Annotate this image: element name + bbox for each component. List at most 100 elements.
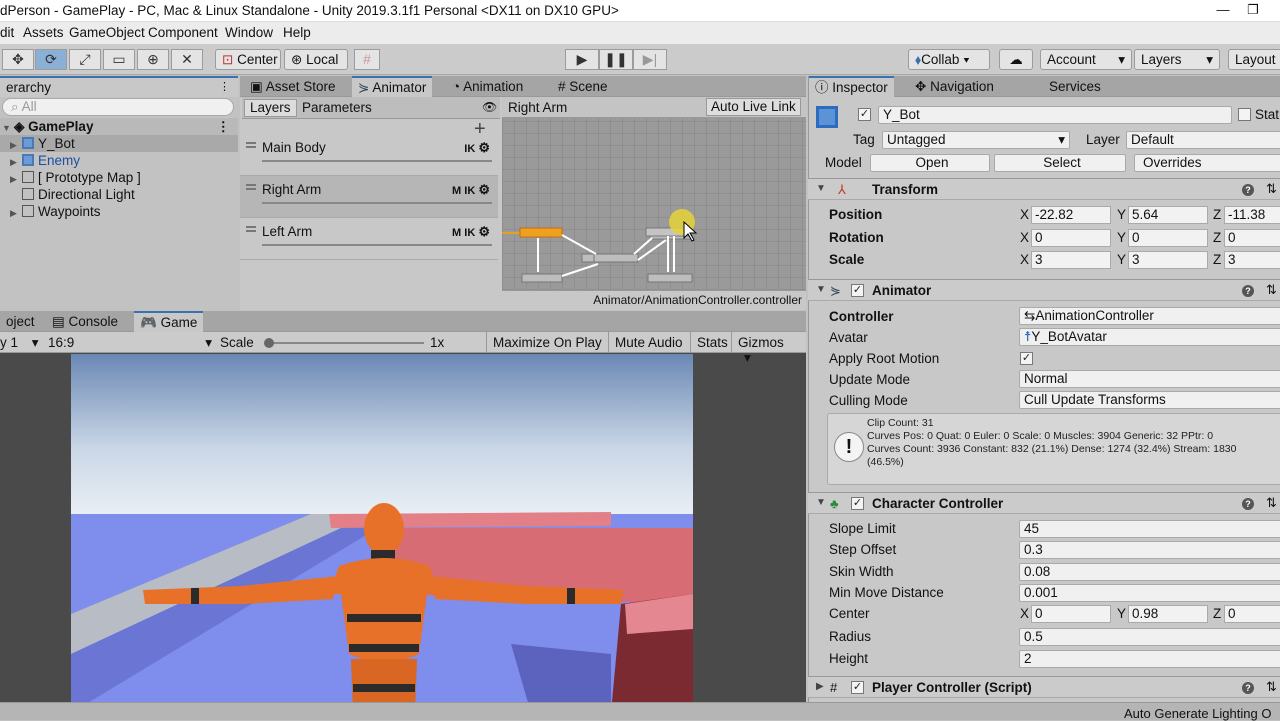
- pivot-local-button[interactable]: ⊛ Local: [284, 49, 348, 70]
- drag-handle-icon[interactable]: [246, 184, 256, 190]
- animator-component-header[interactable]: ▼ ⋟ ✓ Animator ? ⇅: [808, 279, 1280, 301]
- skin-width-input[interactable]: 0.08: [1019, 563, 1280, 581]
- gizmos-dropdown[interactable]: Gizmos ▾: [731, 332, 806, 365]
- apply-root-motion-checkbox[interactable]: ✓: [1020, 352, 1033, 365]
- hierarchy-item-ybot[interactable]: ▶ Y_Bot: [0, 135, 238, 152]
- play-button[interactable]: ▶: [565, 49, 599, 70]
- settings-icon[interactable]: ⇅: [1266, 282, 1277, 298]
- rotate-tool-icon[interactable]: ⟳: [35, 49, 67, 70]
- collab-button[interactable]: ⬧Collab ▾: [908, 49, 990, 70]
- transform-tool-icon[interactable]: ⊕: [137, 49, 169, 70]
- pause-button[interactable]: ❚❚: [599, 49, 633, 70]
- help-icon[interactable]: ?: [1242, 285, 1254, 297]
- grid-snap-icon[interactable]: #: [354, 49, 380, 70]
- settings-icon[interactable]: ⇅: [1266, 181, 1277, 197]
- menu-gameobject[interactable]: GameObject: [69, 25, 145, 40]
- min-move-distance-input[interactable]: 0.001: [1019, 584, 1280, 602]
- static-checkbox[interactable]: [1238, 108, 1251, 121]
- state-node[interactable]: [521, 273, 563, 283]
- custom-tool-icon[interactable]: ✕: [171, 49, 203, 70]
- enabled-checkbox[interactable]: ✓: [851, 497, 864, 510]
- step-offset-input[interactable]: 0.3: [1019, 541, 1280, 559]
- help-icon[interactable]: ?: [1242, 682, 1254, 694]
- cloud-icon[interactable]: ☁: [999, 49, 1033, 70]
- move-tool-icon[interactable]: ✥: [2, 49, 34, 70]
- layers-dropdown[interactable]: Layers ▾: [1134, 49, 1220, 70]
- culling-mode-dropdown[interactable]: Cull Update Transforms: [1019, 391, 1280, 409]
- avatar-field[interactable]: ☨Y_BotAvatar: [1019, 328, 1280, 346]
- drag-handle-icon[interactable]: [246, 142, 256, 148]
- state-node[interactable]: [647, 273, 693, 283]
- hierarchy-item-prototype-map[interactable]: ▶[ Prototype Map ]: [0, 169, 141, 186]
- menu-edit[interactable]: dit: [0, 25, 14, 40]
- step-button[interactable]: ▶|: [633, 49, 667, 70]
- maximize-icon[interactable]: ❐: [1238, 0, 1268, 22]
- tab-scene[interactable]: # Scene: [552, 76, 614, 97]
- account-dropdown[interactable]: Account ▾: [1040, 49, 1132, 70]
- hierarchy-item-directional-light[interactable]: Directional Light: [0, 186, 135, 203]
- scale-z-input[interactable]: 3: [1224, 251, 1280, 269]
- rotation-x-input[interactable]: 0: [1031, 229, 1111, 247]
- hierarchy-item-waypoints[interactable]: ▶ Waypoints: [0, 203, 101, 220]
- eye-icon[interactable]: 👁: [482, 100, 497, 114]
- layer-right-arm[interactable]: Right Arm M IK ⚙: [240, 176, 498, 218]
- auto-live-link-button[interactable]: Auto Live Link: [706, 98, 801, 116]
- update-mode-dropdown[interactable]: Normal: [1019, 370, 1280, 388]
- enabled-checkbox[interactable]: ✓: [851, 681, 864, 694]
- center-x-input[interactable]: 0: [1031, 605, 1111, 623]
- active-checkbox[interactable]: ✓: [858, 108, 871, 121]
- tab-console[interactable]: ▤ Console: [46, 311, 124, 332]
- rect-tool-icon[interactable]: ▭: [103, 49, 135, 70]
- position-y-input[interactable]: 5.64: [1128, 206, 1208, 224]
- center-z-input[interactable]: 0: [1224, 605, 1280, 623]
- menu-window[interactable]: Window: [225, 25, 273, 40]
- menu-assets[interactable]: Assets: [23, 25, 64, 40]
- parameters-tab[interactable]: Parameters: [302, 100, 372, 115]
- overrides-dropdown[interactable]: Overrides: [1134, 154, 1280, 172]
- drag-handle-icon[interactable]: [246, 226, 256, 232]
- tab-project[interactable]: oject: [0, 311, 41, 332]
- layout-dropdown[interactable]: Layout: [1228, 49, 1280, 70]
- gear-icon[interactable]: ⚙: [478, 182, 490, 197]
- help-icon[interactable]: ?: [1242, 498, 1254, 510]
- transform-header[interactable]: ▼ ⅄ Transform ? ⇅: [808, 178, 1280, 200]
- tab-asset-store[interactable]: ▣ Asset Store: [244, 76, 342, 97]
- menu-component[interactable]: Component: [148, 25, 218, 40]
- select-button[interactable]: Select: [994, 154, 1126, 172]
- tab-navigation[interactable]: ✥ Navigation: [909, 76, 1000, 97]
- game-viewport[interactable]: [71, 354, 693, 713]
- hierarchy-item-enemy[interactable]: ▶ Enemy: [0, 152, 80, 169]
- animator-graph[interactable]: Right Arm Auto Live Link Animator/Animat…: [502, 97, 806, 310]
- tag-dropdown[interactable]: Untagged ▾: [882, 131, 1070, 149]
- tab-services[interactable]: Services: [1043, 76, 1107, 97]
- menu-help[interactable]: Help: [283, 25, 311, 40]
- scale-slider-thumb[interactable]: [264, 338, 274, 348]
- settings-icon[interactable]: ⇅: [1266, 679, 1277, 695]
- character-controller-header[interactable]: ▼ ♣ ✓ Character Controller ? ⇅: [808, 492, 1280, 514]
- tab-hierarchy[interactable]: erarchy ⋮: [0, 76, 238, 97]
- maximize-on-play-toggle[interactable]: Maximize On Play: [486, 332, 608, 353]
- layers-tab[interactable]: Layers: [244, 99, 297, 117]
- gear-icon[interactable]: ⚙: [478, 140, 490, 155]
- tab-game[interactable]: 🎮 Game: [134, 311, 204, 332]
- gear-icon[interactable]: ⚙: [478, 224, 490, 239]
- rotation-y-input[interactable]: 0: [1128, 229, 1208, 247]
- object-name-input[interactable]: Y_Bot: [878, 106, 1232, 124]
- layer-left-arm[interactable]: Left Arm M IK ⚙: [240, 218, 498, 260]
- settings-icon[interactable]: ⇅: [1266, 495, 1277, 511]
- tab-animator[interactable]: ⋟ Animator: [352, 76, 433, 97]
- pivot-center-button[interactable]: ⊡ Center: [215, 49, 281, 70]
- controller-field[interactable]: ⇆AnimationController: [1019, 307, 1280, 325]
- layer-dropdown[interactable]: Default: [1126, 131, 1280, 149]
- scale-y-input[interactable]: 3: [1128, 251, 1208, 269]
- tab-animation[interactable]: ◔ Animation: [446, 76, 529, 97]
- minimize-icon[interactable]: —: [1208, 0, 1238, 22]
- scale-tool-icon[interactable]: ⤢: [69, 49, 101, 70]
- menu-dots-icon[interactable]: ⋮: [219, 78, 230, 97]
- slope-limit-input[interactable]: 45: [1019, 520, 1280, 538]
- position-x-input[interactable]: -22.82: [1031, 206, 1111, 224]
- hierarchy-search-input[interactable]: ⌕ All: [2, 98, 234, 116]
- display-dropdown[interactable]: y 1 ▾: [0, 335, 39, 351]
- stats-toggle[interactable]: Stats: [690, 332, 734, 353]
- position-z-input[interactable]: -11.38: [1224, 206, 1280, 224]
